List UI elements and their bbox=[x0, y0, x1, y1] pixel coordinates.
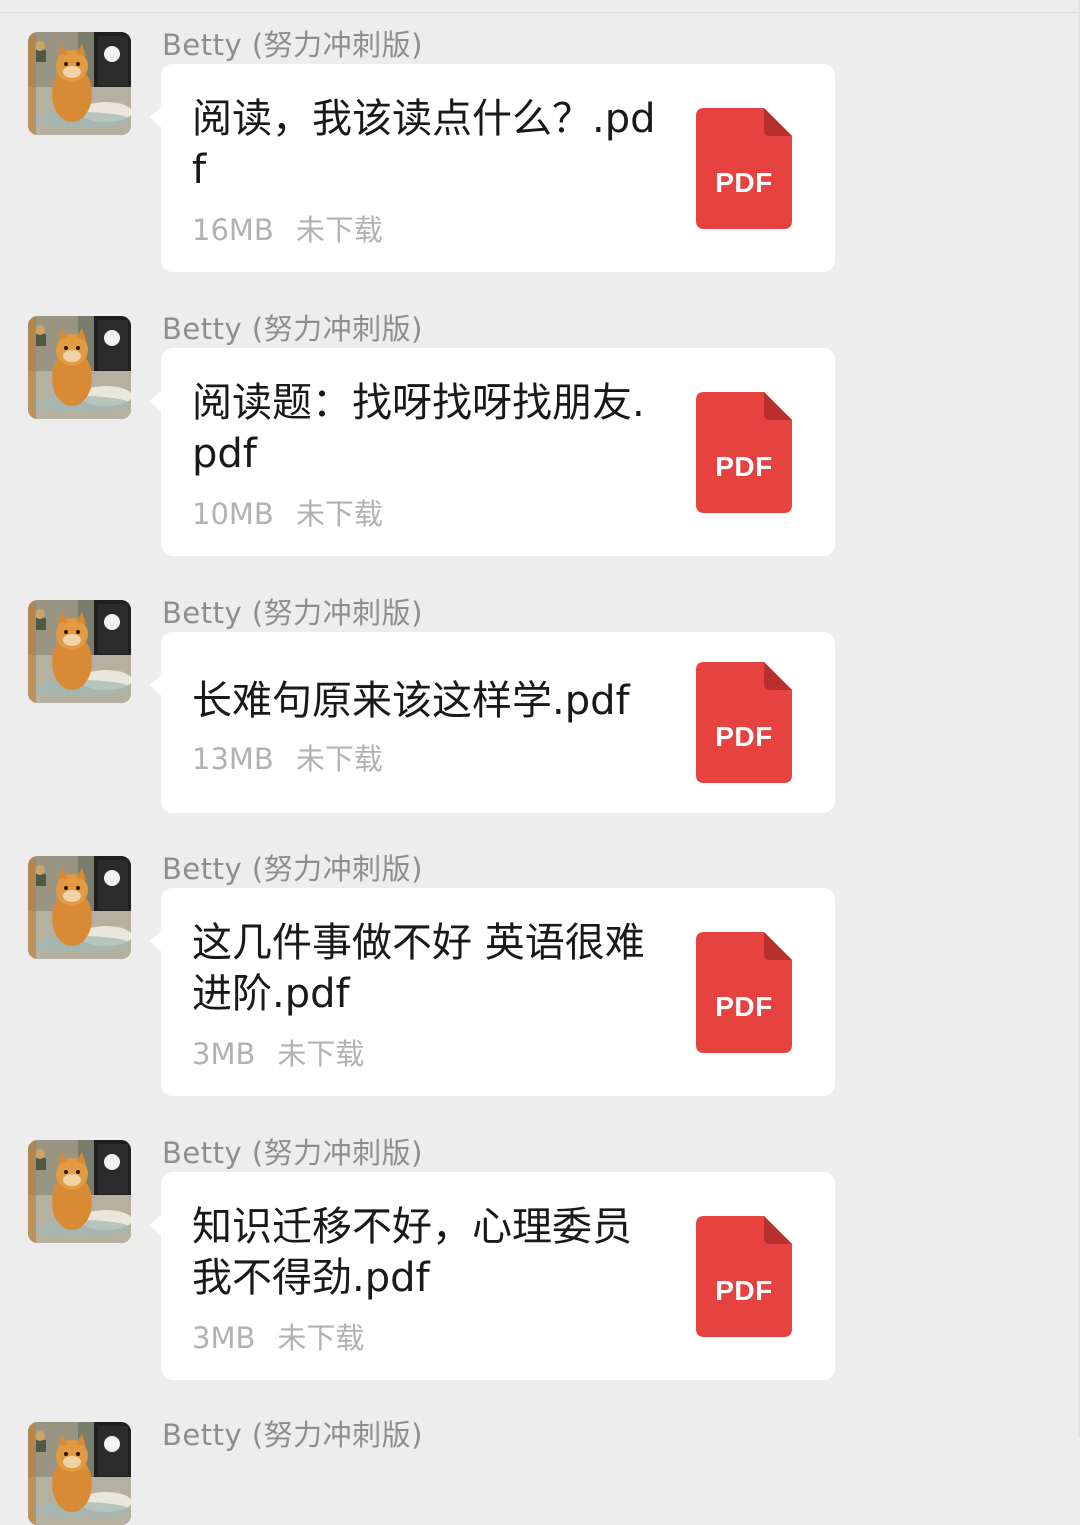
avatar[interactable] bbox=[28, 1422, 131, 1525]
file-size: 3MB bbox=[192, 1037, 256, 1071]
file-type-label: PDF bbox=[715, 1275, 773, 1306]
file-type-label: PDF bbox=[715, 721, 773, 752]
sender-name: Betty (努力冲刺版) bbox=[162, 1136, 423, 1170]
download-status: 未下载 bbox=[295, 213, 383, 247]
file-size: 10MB bbox=[192, 497, 274, 531]
file-name: 阅读，我该读点什么？.pdf bbox=[192, 96, 656, 193]
cat-photo-avatar bbox=[28, 32, 131, 135]
file-message-bubble[interactable]: 知识迁移不好，心理委员我不得劲.pdf 3MB 未下载 PDF bbox=[150, 1172, 835, 1380]
download-status: 未下载 bbox=[295, 497, 383, 531]
file-size: 3MB bbox=[192, 1321, 256, 1355]
avatar[interactable] bbox=[28, 600, 131, 703]
file-size: 13MB bbox=[192, 742, 274, 776]
download-status: 未下载 bbox=[277, 1037, 365, 1071]
sender-name: Betty (努力冲刺版) bbox=[162, 596, 423, 630]
file-name: 知识迁移不好，心理委员我不得劲.pdf bbox=[192, 1204, 632, 1301]
download-status: 未下载 bbox=[277, 1321, 365, 1355]
file-message-bubble[interactable]: 阅读题：找呀找呀找朋友.pdf 10MB 未下载 PDF bbox=[150, 348, 835, 556]
file-type-label: PDF bbox=[715, 167, 773, 198]
avatar[interactable] bbox=[28, 1140, 131, 1243]
sender-name: Betty (努力冲刺版) bbox=[162, 312, 423, 346]
file-message-bubble[interactable]: 这几件事做不好 英语很难进阶.pdf 3MB 未下载 PDF bbox=[150, 888, 835, 1096]
top-divider bbox=[0, 0, 1080, 13]
sender-name: Betty (努力冲刺版) bbox=[162, 28, 423, 62]
download-status: 未下载 bbox=[295, 742, 383, 776]
file-message-bubble[interactable]: 长难句原来该这样学.pdf 13MB 未下载 PDF bbox=[150, 632, 835, 813]
file-meta: 16MB 未下载 bbox=[192, 207, 383, 249]
avatar[interactable] bbox=[28, 32, 131, 135]
file-type-label: PDF bbox=[715, 991, 773, 1022]
pdf-file-icon: PDF bbox=[696, 932, 792, 1053]
file-meta: 3MB 未下载 bbox=[192, 1031, 364, 1073]
file-meta: 3MB 未下载 bbox=[192, 1315, 364, 1357]
avatar[interactable] bbox=[28, 316, 131, 419]
sender-name: Betty (努力冲刺版) bbox=[162, 1418, 423, 1452]
cat-photo-avatar bbox=[28, 600, 131, 703]
avatar[interactable] bbox=[28, 856, 131, 959]
cat-photo-avatar bbox=[28, 1140, 131, 1243]
pdf-file-icon: PDF bbox=[696, 1216, 792, 1337]
file-meta: 13MB 未下载 bbox=[192, 736, 383, 778]
file-type-label: PDF bbox=[715, 451, 773, 482]
pdf-file-icon: PDF bbox=[696, 392, 792, 513]
cat-photo-avatar bbox=[28, 1422, 131, 1525]
file-meta: 10MB 未下载 bbox=[192, 491, 383, 533]
cat-photo-avatar bbox=[28, 856, 131, 959]
pdf-file-icon: PDF bbox=[696, 662, 792, 783]
file-name: 长难句原来该这样学.pdf bbox=[192, 678, 630, 724]
pdf-file-icon: PDF bbox=[696, 108, 792, 229]
file-name: 这几件事做不好 英语很难进阶.pdf bbox=[192, 920, 645, 1017]
sender-name: Betty (努力冲刺版) bbox=[162, 852, 423, 886]
file-name: 阅读题：找呀找呀找朋友.pdf bbox=[192, 380, 645, 477]
cat-photo-avatar bbox=[28, 316, 131, 419]
file-message-bubble[interactable]: 阅读，我该读点什么？.pdf 16MB 未下载 PDF bbox=[150, 64, 835, 272]
file-size: 16MB bbox=[192, 213, 274, 247]
